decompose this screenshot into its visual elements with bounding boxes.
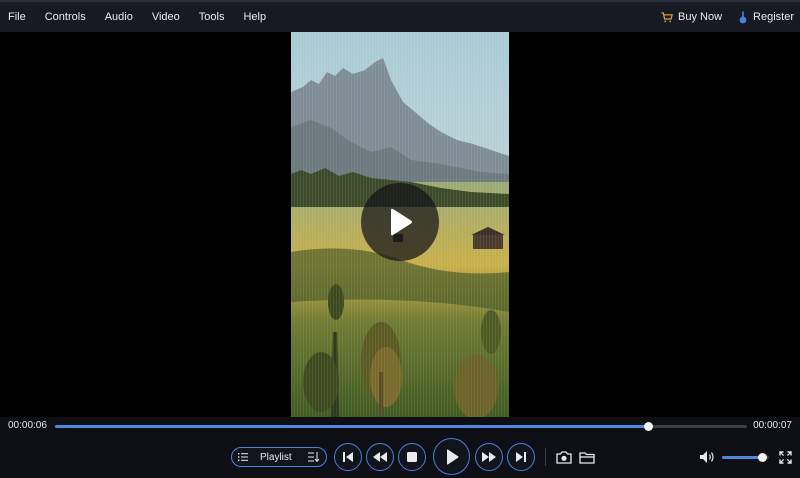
current-time: 00:00:06	[8, 420, 47, 431]
snapshot-button[interactable]	[555, 449, 573, 465]
progress-slider[interactable]	[55, 422, 747, 431]
folder-icon	[579, 451, 595, 464]
rewind-icon	[373, 452, 387, 462]
buy-now-link[interactable]: Buy Now	[661, 11, 722, 23]
playlist-button[interactable]: Playlist	[231, 447, 327, 467]
account-links: Buy Now Register	[645, 2, 800, 32]
menu-audio[interactable]: Audio	[105, 11, 133, 23]
play-icon	[391, 208, 412, 236]
skip-last-button[interactable]	[507, 443, 535, 471]
stop-icon	[407, 452, 417, 462]
play-overlay-button[interactable]	[361, 183, 439, 261]
cart-icon	[661, 11, 673, 22]
skip-first-icon	[343, 452, 353, 462]
fullscreen-icon	[778, 450, 792, 464]
skip-last-icon	[516, 452, 526, 462]
play-button[interactable]	[433, 438, 470, 475]
menu-help[interactable]: Help	[243, 11, 266, 23]
fast-forward-button[interactable]	[475, 443, 503, 471]
key-icon	[739, 11, 747, 23]
progress-fill	[55, 425, 649, 428]
sort-icon[interactable]	[308, 452, 320, 462]
rewind-button[interactable]	[366, 443, 394, 471]
progress-handle[interactable]	[644, 422, 654, 431]
volume-slider[interactable]	[722, 453, 769, 462]
register-link[interactable]: Register	[738, 11, 794, 24]
fast-forward-icon	[482, 452, 496, 462]
menu-controls[interactable]: Controls	[45, 11, 86, 23]
menu-bar: File Controls Audio Video Tools Help Buy…	[0, 0, 800, 32]
volume-button[interactable]	[698, 449, 716, 465]
video-area[interactable]	[0, 32, 800, 417]
play-icon	[446, 448, 458, 465]
stop-button[interactable]	[398, 443, 426, 471]
control-bar: 00:00:06 00:00:07 Playlist	[0, 417, 800, 478]
menu-video[interactable]: Video	[152, 11, 180, 23]
volume-handle[interactable]	[757, 453, 767, 462]
list-icon	[238, 453, 248, 461]
buy-now-label: Buy Now	[678, 11, 723, 23]
fullscreen-button[interactable]	[777, 449, 793, 465]
main-menu: File Controls Audio Video Tools Help	[0, 2, 285, 32]
menu-file[interactable]: File	[8, 11, 26, 23]
control-divider	[545, 448, 546, 466]
skip-first-button[interactable]	[334, 443, 362, 471]
open-folder-button[interactable]	[578, 449, 596, 465]
playlist-label: Playlist	[260, 451, 292, 463]
register-label: Register	[753, 11, 794, 23]
volume-fill	[722, 456, 762, 459]
total-time: 00:00:07	[753, 420, 792, 431]
volume-icon	[699, 451, 714, 463]
menu-tools[interactable]: Tools	[199, 11, 225, 23]
camera-icon	[556, 450, 572, 464]
